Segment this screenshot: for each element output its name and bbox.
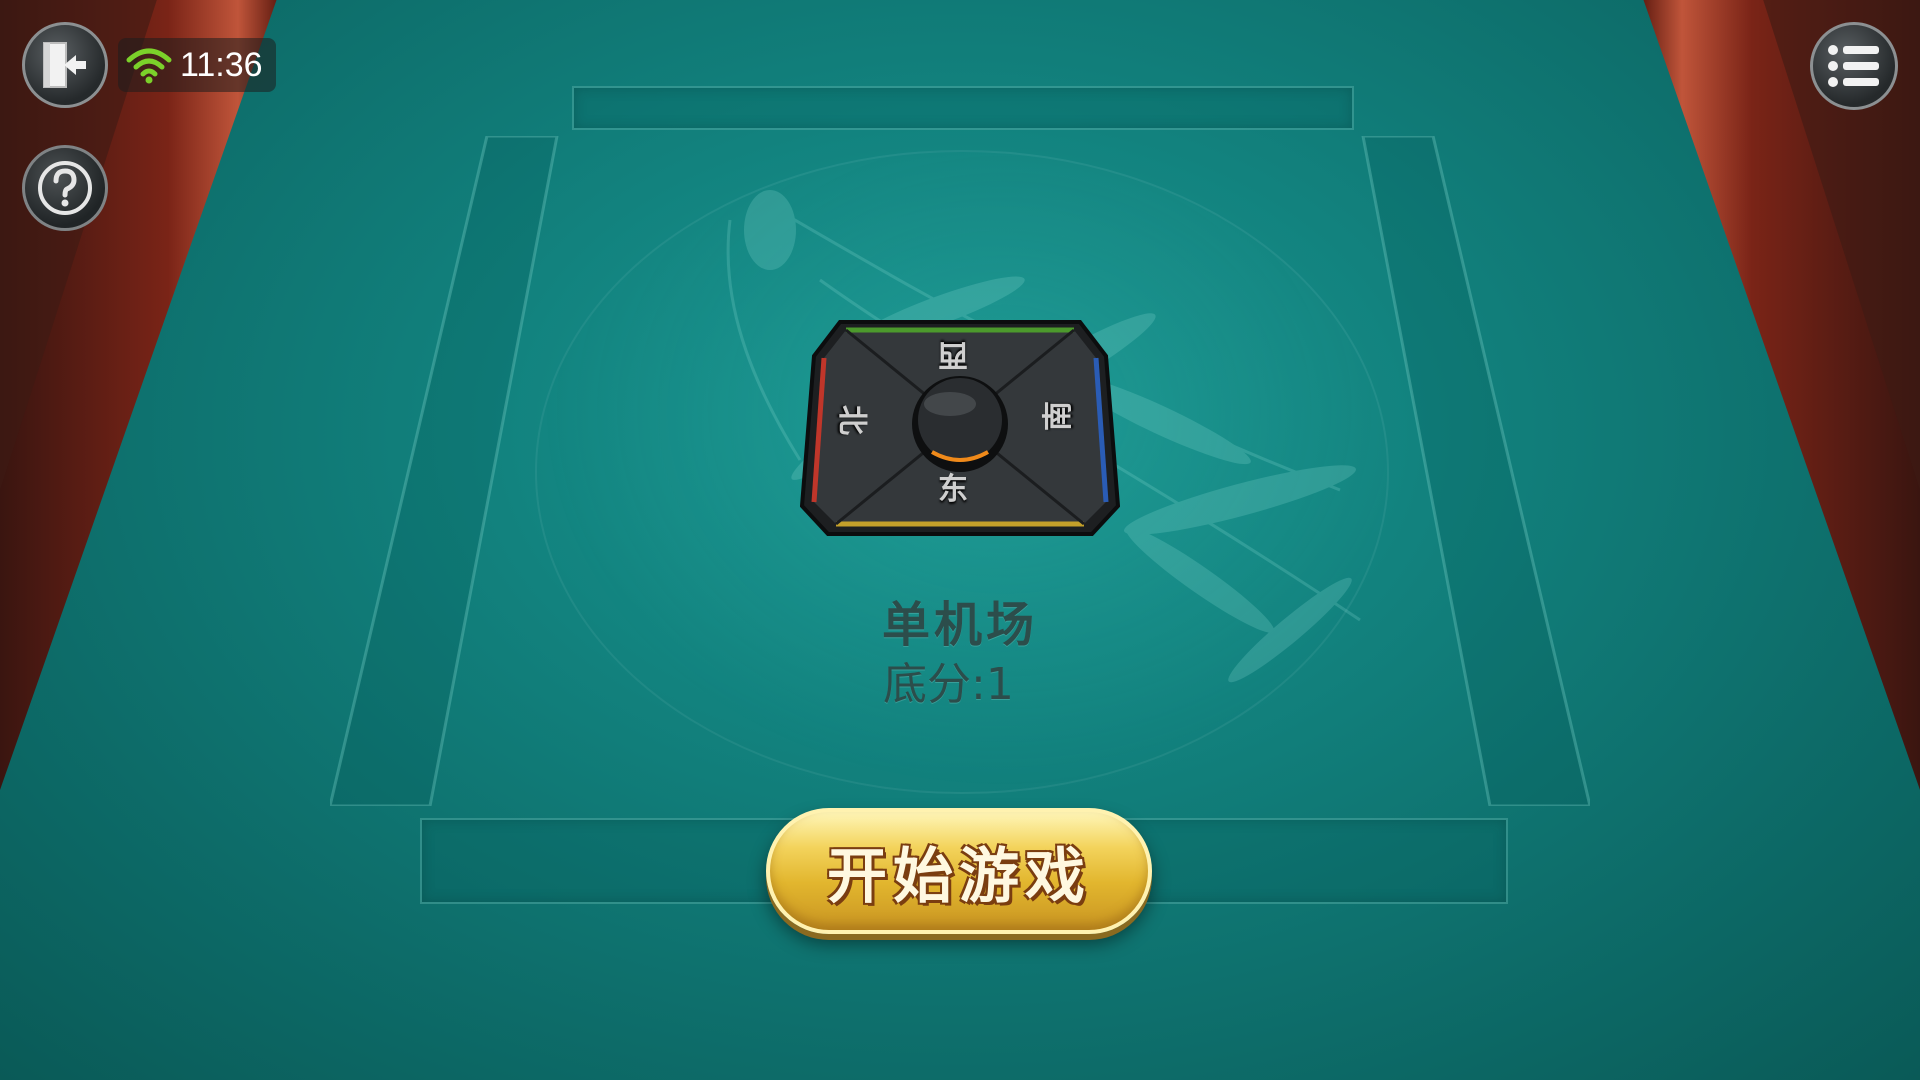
wind-compass: 西 南 北 东 [800,316,1120,541]
west-seat-slot [330,136,560,806]
east-seat-slot [1360,136,1590,806]
wifi-icon [126,48,172,84]
compass-north: 北 [834,405,869,435]
clock-time: 11:36 [180,45,263,84]
base-score-label: 底分:1 [883,659,1014,710]
status-bar: 11:36 [118,38,276,92]
help-button[interactable] [22,145,108,231]
right-wood-rail [1620,0,1920,1080]
exit-button[interactable] [22,22,108,108]
compass-south: 南 [1041,401,1076,431]
list-menu-icon [1828,45,1879,87]
exit-door-icon [43,42,86,88]
north-seat-slot [572,86,1354,130]
question-icon [38,161,92,215]
compass-east: 东 [938,472,968,507]
start-game-button[interactable]: 开始游戏 [766,808,1152,934]
menu-button[interactable] [1810,22,1898,110]
start-game-label: 开始游戏 [827,841,1091,912]
game-mode-title: 单机场 [881,597,1038,653]
compass-west: 西 [938,337,968,372]
game-table-scene: 西 南 北 东 单机场 底分:1 开始游戏 11:36 [0,0,1920,1080]
